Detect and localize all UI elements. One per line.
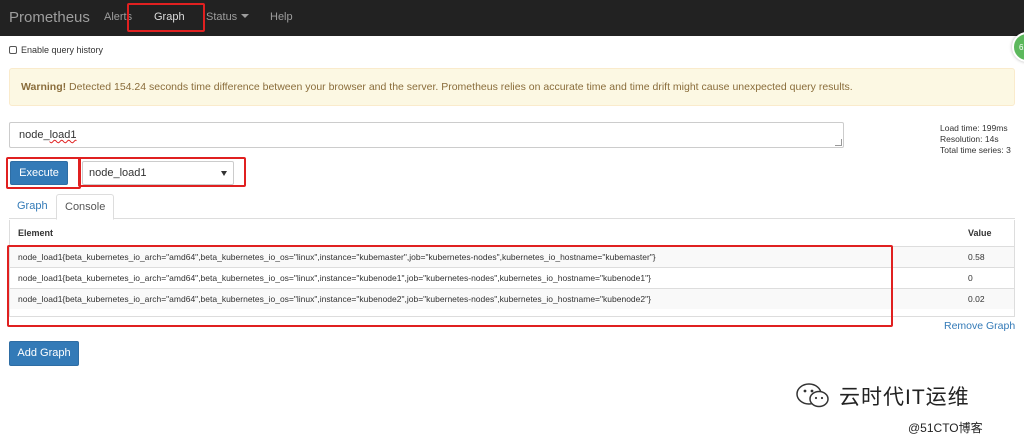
- wechat-icon: [796, 383, 829, 408]
- tab-graph[interactable]: Graph: [9, 194, 56, 219]
- view-tabs: Graph Console: [9, 194, 1015, 220]
- remove-graph-link[interactable]: Remove Graph: [944, 320, 1015, 332]
- nav-status-label: Status: [206, 11, 238, 23]
- table-row: node_load1{beta_kubernetes_io_arch="amd6…: [10, 245, 1014, 267]
- query-stats: Load time: 199ms Resolution: 14s Total t…: [940, 123, 1011, 156]
- expression-input[interactable]: node_load1: [9, 122, 844, 148]
- row-element: node_load1{beta_kubernetes_io_arch="amd6…: [10, 245, 960, 267]
- watermark-text: 云时代IT运维: [839, 386, 970, 409]
- nav-graph[interactable]: Graph: [154, 11, 185, 23]
- query-history-toggle[interactable]: Enable query history: [9, 45, 103, 55]
- total-series: Total time series: 3: [940, 145, 1011, 155]
- watermark: 云时代IT运维: [795, 381, 970, 411]
- top-navbar: Prometheus Alerts Graph Status Help: [0, 0, 1024, 36]
- nav-help[interactable]: Help: [270, 11, 293, 23]
- query-history-label: Enable query history: [21, 45, 104, 55]
- metric-select-value: node_load1: [89, 167, 147, 179]
- execute-button[interactable]: Execute: [10, 161, 68, 185]
- warning-title: Warning!: [21, 81, 67, 93]
- expression-text-underlined: load1: [49, 129, 77, 141]
- dropdown-arrow-icon: [221, 171, 227, 176]
- caret-down-icon: [241, 14, 250, 18]
- warning-message: Detected 154.24 seconds time difference …: [69, 81, 853, 93]
- query-history-checkbox[interactable]: [9, 46, 17, 54]
- table-row: node_load1{beta_kubernetes_io_arch="amd6…: [10, 287, 1014, 309]
- metric-select[interactable]: node_load1: [82, 161, 234, 185]
- nav-status[interactable]: Status: [206, 11, 250, 23]
- nav-alerts[interactable]: Alerts: [104, 11, 132, 23]
- table-row: node_load1{beta_kubernetes_io_arch="amd6…: [10, 266, 1014, 288]
- load-time: Load time: 199ms: [940, 123, 1008, 133]
- time-drift-warning: Warning! Detected 154.24 seconds time di…: [9, 68, 1015, 106]
- row-element: node_load1{beta_kubernetes_io_arch="amd6…: [10, 266, 960, 288]
- tab-console[interactable]: Console: [56, 194, 115, 220]
- console-results: Element Value node_load1{beta_kubernetes…: [9, 220, 1015, 317]
- watermark-blog: @51CTO博客: [908, 421, 983, 435]
- row-value: 0: [960, 266, 1014, 288]
- brand-logo[interactable]: Prometheus: [9, 9, 90, 26]
- resize-grip-icon[interactable]: [835, 139, 842, 146]
- add-graph-button[interactable]: Add Graph: [9, 341, 79, 366]
- row-value: 0.02: [960, 287, 1014, 309]
- notification-badge[interactable]: 62: [1012, 32, 1024, 62]
- row-element: node_load1{beta_kubernetes_io_arch="amd6…: [10, 287, 960, 309]
- header-element: Element: [18, 227, 54, 238]
- expression-text: node_: [19, 129, 50, 141]
- resolution: Resolution: 14s: [940, 134, 999, 144]
- results-table: Element Value node_load1{beta_kubernetes…: [10, 220, 1014, 309]
- header-value: Value: [968, 227, 992, 238]
- row-value: 0.58: [960, 245, 1014, 267]
